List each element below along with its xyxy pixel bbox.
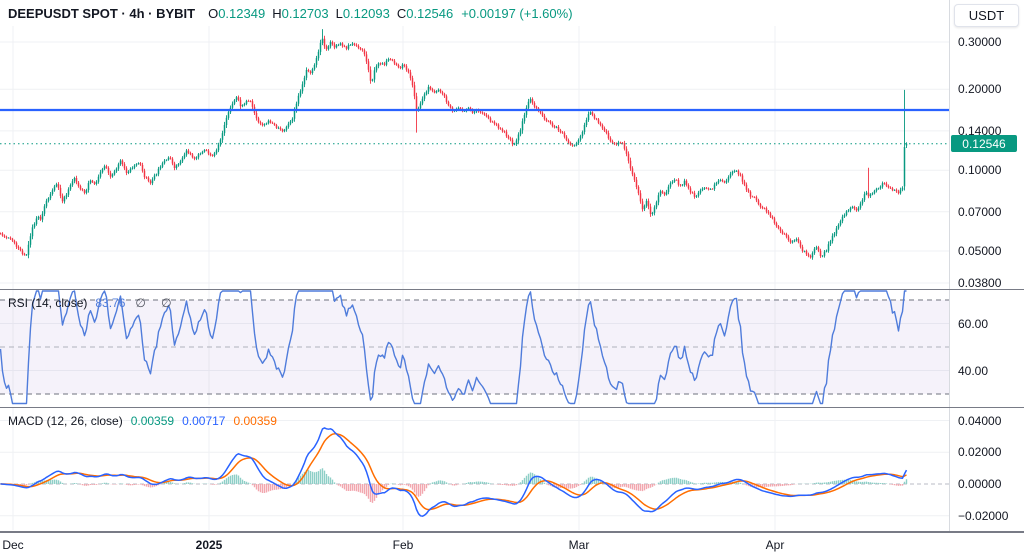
axis-tick-label: 0.02000	[958, 445, 1001, 459]
symbol-title[interactable]: DEEPUSDT SPOT · 4h · BYBIT	[8, 6, 195, 21]
time-axis[interactable]: Dec 2025 Feb Mar Apr	[0, 533, 1024, 557]
axis-tick-label: 0.30000	[958, 35, 1001, 49]
macd-signal-value: 0.00359	[233, 414, 276, 428]
rsi-empty-values: ∅ ∅	[135, 296, 177, 310]
rsi-value: 83.76	[95, 296, 125, 310]
axis-tick-label: 0.00000	[958, 477, 1001, 491]
chart-canvas[interactable]	[0, 0, 1024, 557]
ohlc-low-value: 0.12093	[343, 6, 390, 21]
time-axis-label: 2025	[196, 538, 223, 552]
gridlines	[0, 26, 949, 530]
ohlc-high-value: 0.12703	[282, 6, 329, 21]
rsi-legend: RSI (14, close) 83.76 ∅ ∅	[8, 296, 178, 310]
price-change: +0.00197 (+1.60%)	[461, 6, 572, 21]
time-axis-label: Apr	[766, 538, 785, 552]
trading-chart-window: DEEPUSDT SPOT · 4h · BYBIT O0.12349 H0.127…	[0, 0, 1024, 557]
axis-tick-label: 0.07000	[958, 205, 1001, 219]
macd-line-value: 0.00717	[182, 414, 225, 428]
axis-tick-label: 0.05000	[958, 244, 1001, 258]
ohlc-low-label: L	[336, 6, 343, 21]
axis-tick-label: −0.02000	[958, 509, 1008, 523]
axis-tick-label: 0.14000	[958, 124, 1001, 138]
pane-separator-rsi-macd[interactable]	[0, 407, 1024, 409]
currency-button[interactable]: USDT	[954, 4, 1019, 27]
rsi-indicator-label[interactable]: RSI (14, close)	[8, 296, 87, 310]
macd-hist-value: 0.00359	[131, 414, 174, 428]
axis-tick-label: 0.10000	[958, 163, 1001, 177]
price-scale[interactable]: USDT 0.12546 0.300000.200000.140000.1000…	[949, 0, 1024, 557]
macd-plot	[0, 428, 907, 516]
macd-legend: MACD (12, 26, close) 0.00359 0.00717 0.0035…	[8, 414, 277, 428]
axis-tick-label: 0.04000	[958, 414, 1001, 428]
time-axis-border	[0, 531, 1024, 533]
macd-indicator-label[interactable]: MACD (12, 26, close)	[8, 414, 123, 428]
ohlc-high-label: H	[272, 6, 281, 21]
candlesticks	[0, 29, 907, 260]
axis-tick-label: 40.00	[958, 364, 988, 378]
time-axis-label: Mar	[569, 538, 590, 552]
ohlc-open-label: O	[208, 6, 218, 21]
symbol-legend: DEEPUSDT SPOT · 4h · BYBIT O0.12349 H0.127…	[8, 6, 573, 21]
axis-tick-label: 0.20000	[958, 82, 1001, 96]
ohlc-close-value: 0.12546	[406, 6, 453, 21]
time-axis-label: Feb	[393, 538, 414, 552]
ohlc-open-value: 0.12349	[218, 6, 265, 21]
pane-separator-main-rsi[interactable]	[0, 289, 1024, 291]
ohlc-close-label: C	[397, 6, 406, 21]
time-axis-label: Dec	[2, 538, 23, 552]
axis-tick-label: 60.00	[958, 317, 988, 331]
